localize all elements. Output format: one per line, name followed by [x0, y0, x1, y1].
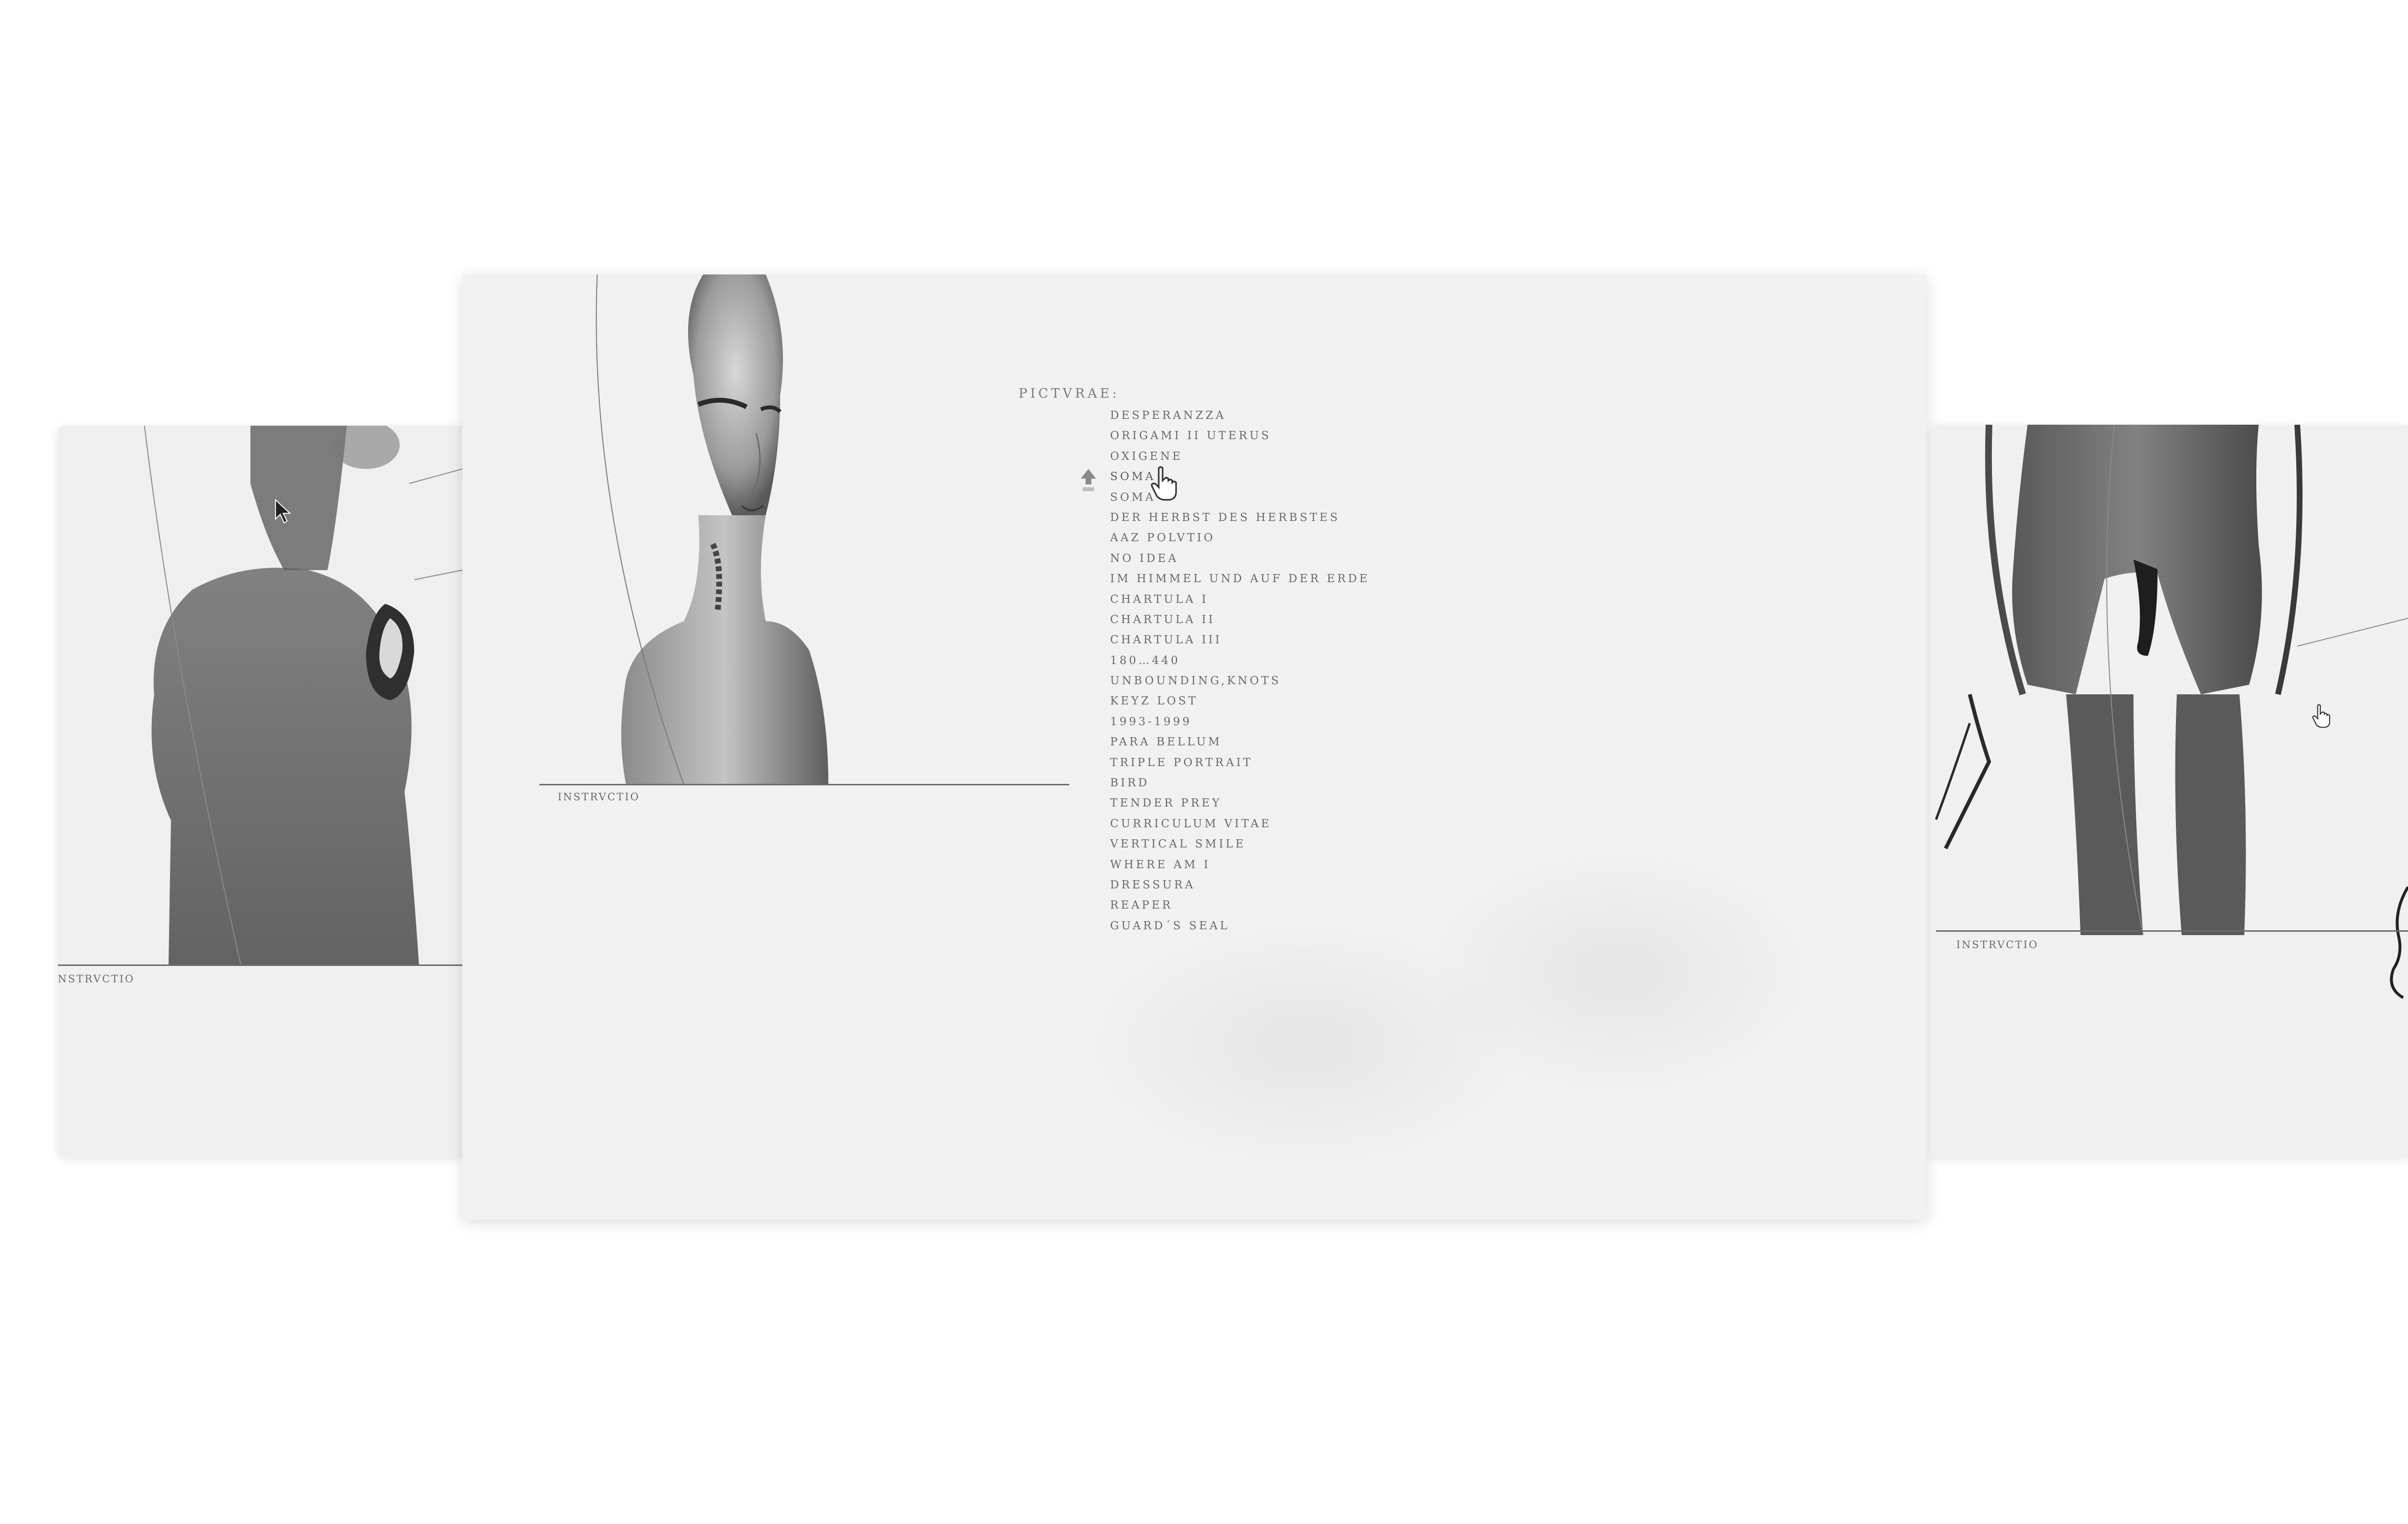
- menu-title: PICTVRAE:: [1019, 386, 1120, 401]
- menu-item[interactable]: NO IDEA: [1110, 548, 1370, 569]
- menu-item[interactable]: CHARTULA II: [1110, 610, 1370, 630]
- alien-figure-image: [596, 274, 828, 785]
- legs-figure-image: [1935, 425, 2408, 935]
- hand-pointer-icon: [2312, 704, 2330, 728]
- menu-item[interactable]: DRESSURA: [1110, 875, 1370, 895]
- up-arrow-icon: [1081, 469, 1096, 491]
- menu-item[interactable]: VERTICAL SMILE: [1110, 834, 1370, 854]
- caption-rule: [1936, 930, 2408, 932]
- menu-item[interactable]: CHARTULA III: [1110, 630, 1370, 650]
- menu-item[interactable]: ORIGAMI II UTERUS: [1110, 426, 1370, 446]
- hand-pointer-icon: [1151, 466, 1177, 501]
- instructio-caption[interactable]: INSTRVCTIO: [1956, 939, 2039, 951]
- center-panel: INSTRVCTIO PICTVRAE: DESPERANZZA ORIGAMI…: [462, 274, 1926, 1219]
- menu-item[interactable]: WHERE AM I: [1110, 855, 1370, 875]
- menu-item[interactable]: 180…440: [1110, 651, 1370, 671]
- instructio-caption[interactable]: NSTRVCTIO: [58, 973, 135, 985]
- signature-scribble: [2390, 886, 2408, 999]
- menu-item[interactable]: TENDER PREY: [1110, 793, 1370, 813]
- caption-rule: [58, 964, 462, 966]
- menu-item[interactable]: CURRICULUM VITAE: [1110, 814, 1370, 834]
- menu-item[interactable]: REAPER: [1110, 895, 1370, 915]
- menu-item[interactable]: KEYZ LOST: [1110, 691, 1370, 711]
- menu-item[interactable]: DESPERANZZA: [1110, 405, 1370, 426]
- menu-item[interactable]: BIRD: [1110, 773, 1370, 793]
- menu-item[interactable]: TRIPLE PORTRAIT: [1110, 753, 1370, 773]
- right-panel: INSTRVCTIO: [1931, 425, 2408, 1158]
- menu-item-active[interactable]: SOMA: [1110, 467, 1370, 487]
- menu-item[interactable]: CHARTULA I: [1110, 589, 1370, 610]
- menu-item[interactable]: DER HERBST DES HERBSTES: [1110, 508, 1370, 528]
- mouse-arrow-icon: [275, 498, 291, 524]
- menu-item[interactable]: OXIGENE: [1110, 446, 1370, 467]
- caption-rule: [539, 784, 1069, 785]
- paper-smudge: [1426, 852, 1811, 1093]
- menu-item[interactable]: SOMA: [1110, 487, 1370, 508]
- instructio-caption[interactable]: INSTRVCTIO: [558, 791, 640, 803]
- menu-item[interactable]: AAZ POLVTIO: [1110, 528, 1370, 548]
- menu-item[interactable]: 1993-1999: [1110, 712, 1370, 732]
- left-panel: NSTRVCTIO: [58, 426, 462, 1158]
- menu-item[interactable]: UNBOUNDING,KNOTS: [1110, 671, 1370, 691]
- torso-figure-image: [58, 426, 462, 965]
- menu-item[interactable]: IM HIMMEL UND AUF DER ERDE: [1110, 569, 1370, 589]
- pictvrae-menu: DESPERANZZA ORIGAMI II UTERUS OXIGENE SO…: [1110, 405, 1370, 936]
- menu-item[interactable]: PARA BELLUM: [1110, 732, 1370, 752]
